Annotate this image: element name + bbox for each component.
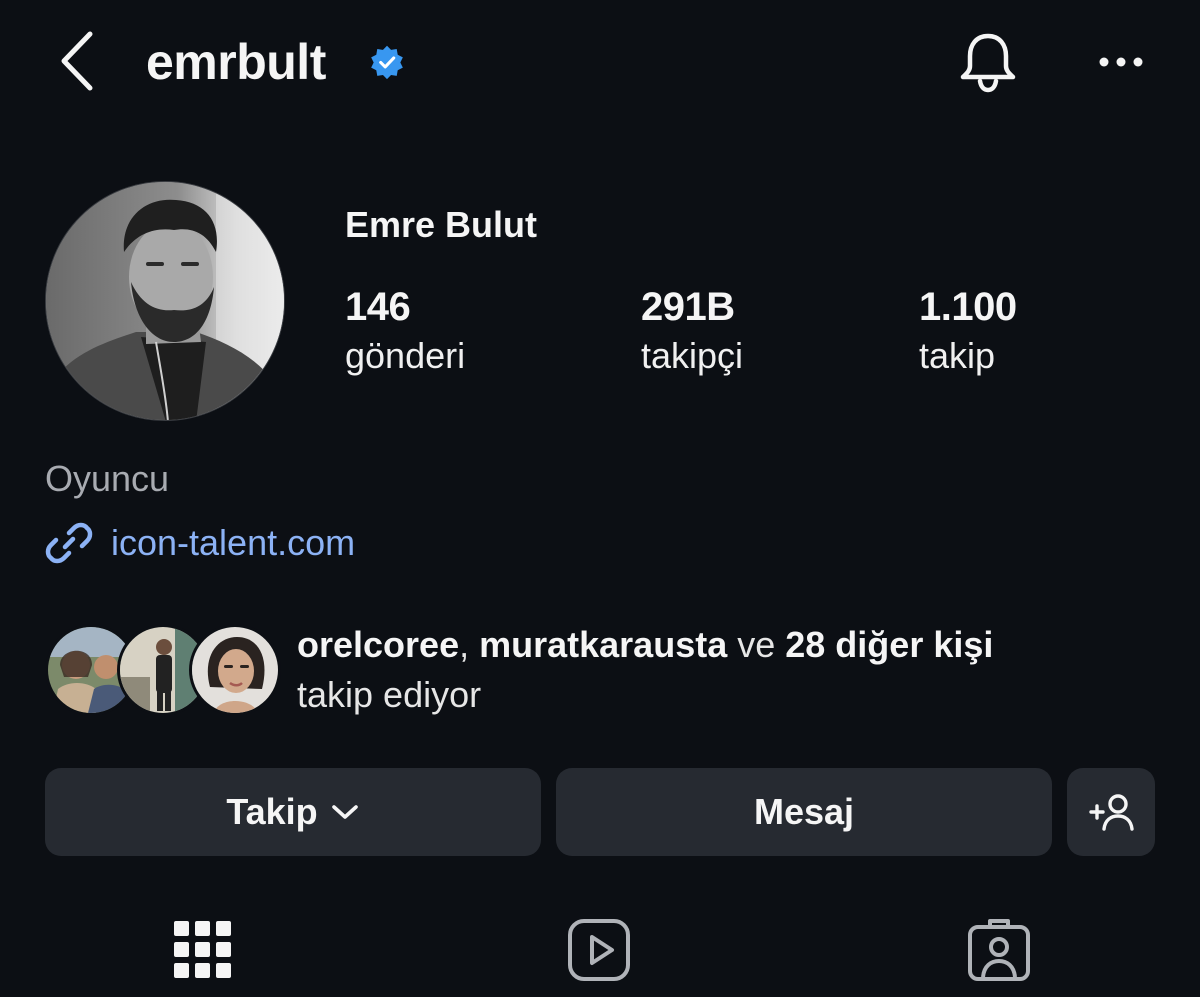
profile-full-name: Emre Bulut bbox=[345, 204, 538, 245]
stat-posts-number: 146 bbox=[345, 285, 411, 329]
mutual-conjunction: ve bbox=[727, 624, 786, 665]
mutual-avatar-3 bbox=[189, 624, 281, 716]
add-person-icon bbox=[1089, 794, 1134, 831]
mutual-user-1[interactable]: orelcoree bbox=[297, 624, 459, 665]
mutual-others[interactable]: 28 diğer kişi bbox=[785, 624, 993, 665]
stat-following[interactable]: 1.100 takip bbox=[919, 283, 1159, 381]
back-button[interactable] bbox=[52, 28, 106, 94]
stat-posts[interactable]: 146 gönderi bbox=[345, 283, 585, 381]
notifications-button[interactable] bbox=[956, 30, 1020, 94]
tab-reels[interactable] bbox=[566, 917, 632, 983]
mutual-suffix: takip ediyor bbox=[297, 674, 482, 715]
profile-avatar[interactable] bbox=[45, 181, 285, 421]
verified-badge-icon bbox=[371, 45, 403, 80]
stat-followers[interactable]: 291B takipçi bbox=[641, 283, 881, 381]
tab-posts-grid[interactable] bbox=[170, 917, 236, 983]
mutual-user-2[interactable]: muratkarausta bbox=[479, 624, 727, 665]
bell-icon bbox=[960, 33, 1016, 93]
more-options-icon bbox=[1099, 57, 1143, 67]
tagged-icon bbox=[968, 919, 1030, 981]
back-chevron-icon bbox=[61, 31, 93, 91]
reels-icon bbox=[568, 919, 630, 981]
stat-followers-label: takipçi bbox=[641, 335, 744, 376]
stat-followers-number: 291B bbox=[641, 285, 735, 329]
profile-link-text: icon-talent.com bbox=[111, 522, 356, 563]
profile-photo bbox=[46, 182, 284, 420]
mutual-followers-avatars[interactable] bbox=[45, 624, 281, 716]
follow-button[interactable]: Takip bbox=[45, 768, 541, 856]
stat-following-label: takip bbox=[919, 335, 996, 376]
mutual-separator: , bbox=[459, 624, 480, 665]
stat-posts-label: gönderi bbox=[345, 335, 466, 376]
follow-button-label: Takip bbox=[226, 791, 318, 832]
more-options-button[interactable] bbox=[1094, 44, 1150, 80]
message-button[interactable]: Mesaj bbox=[556, 768, 1052, 856]
link-icon bbox=[45, 522, 93, 564]
tab-tagged[interactable] bbox=[966, 917, 1032, 983]
chevron-down-icon bbox=[331, 805, 358, 819]
header-username: emrbult bbox=[146, 34, 326, 90]
profile-category: Oyuncu bbox=[45, 458, 170, 499]
stat-following-number: 1.100 bbox=[919, 285, 1017, 329]
message-button-label: Mesaj bbox=[753, 791, 855, 832]
profile-link[interactable]: icon-talent.com bbox=[45, 518, 355, 568]
suggest-people-button[interactable] bbox=[1067, 768, 1155, 856]
grid-icon bbox=[174, 921, 231, 978]
mutual-followers-text[interactable]: orelcoree, muratkarausta ve 28 diğer kiş… bbox=[297, 620, 1157, 720]
